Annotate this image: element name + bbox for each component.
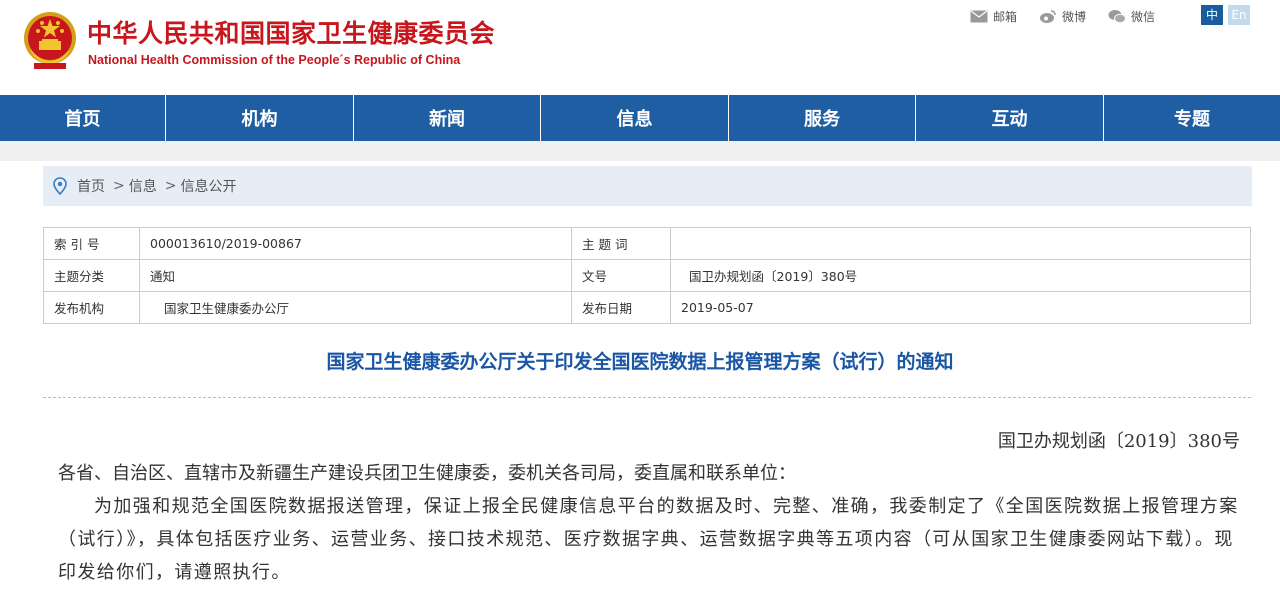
nav-spacer (0, 141, 1280, 161)
table-row: 索 引 号 000013610/2019-00867 主 题 词 (43, 227, 1251, 260)
docno-value: 国卫办规划函〔2019〕380号 (670, 259, 1251, 292)
table-row: 发布机构 国家卫生健康委办公厅 发布日期 2019-05-07 (43, 291, 1251, 324)
weibo-label: 微博 (1062, 9, 1087, 24)
date-value: 2019-05-07 (670, 291, 1251, 324)
document-number: 国卫办规划函〔2019〕380号 (997, 431, 1240, 452)
breadcrumb-information[interactable]: 信息 (129, 176, 157, 196)
index-label: 索 引 号 (43, 227, 140, 260)
breadcrumb-separator: > (113, 178, 125, 194)
mail-icon (970, 10, 988, 22)
breadcrumb-separator: > (164, 178, 177, 194)
document-title: 国家卫生健康委办公厅关于印发全国医院数据上报管理方案（试行）的通知 (326, 351, 954, 373)
lang-zh-button[interactable]: 中 (1201, 5, 1223, 25)
weibo-icon (1040, 9, 1056, 23)
site-title[interactable]: 中华人民共和国国家卫生健康委员会 (87, 14, 495, 50)
top-links: 邮箱 微博 微信 (970, 6, 1177, 26)
nav-item-organization[interactable]: 机构 (166, 95, 354, 141)
docno-label: 文号 (571, 259, 671, 292)
dashed-divider (43, 397, 1251, 398)
mail-label: 邮箱 (993, 9, 1018, 24)
nav-item-home[interactable]: 首页 (0, 95, 166, 141)
index-value: 000013610/2019-00867 (139, 227, 572, 260)
date-label: 发布日期 (571, 291, 671, 324)
national-emblem-icon[interactable] (22, 9, 78, 71)
lang-en-button[interactable]: En (1228, 5, 1250, 25)
mail-link[interactable]: 邮箱 (970, 8, 1017, 25)
breadcrumb-home[interactable]: 首页 (77, 176, 105, 196)
site-title-en[interactable]: National Health Commission of the People… (88, 53, 460, 67)
weibo-link[interactable]: 微博 (1039, 8, 1086, 25)
breadcrumb-disclosure[interactable]: 信息公开 (180, 176, 236, 196)
keywords-label: 主 题 词 (571, 227, 671, 260)
nav-item-topics[interactable]: 专题 (1104, 95, 1280, 141)
issuer-value: 国家卫生健康委办公厅 (139, 291, 572, 324)
document-paragraph: 为加强和规范全国医院数据报送管理，保证上报全民健康信息平台的数据及时、完整、准确… (58, 496, 1239, 583)
category-label: 主题分类 (43, 259, 140, 292)
nav-item-information[interactable]: 信息 (541, 95, 729, 141)
document-recipient: 各省、自治区、直辖市及新疆生产建设兵团卫生健康委，委机关各司局，委直属和联系单位… (58, 463, 796, 484)
main-nav: 首页 机构 新闻 信息 服务 互动 专题 (0, 95, 1280, 141)
table-row: 主题分类 通知 文号 国卫办规划函〔2019〕380号 (43, 259, 1251, 292)
category-value: 通知 (139, 259, 572, 292)
wechat-link[interactable]: 微信 (1108, 8, 1155, 25)
document-meta-table: 索 引 号 000013610/2019-00867 主 题 词 主题分类 通知… (43, 227, 1251, 324)
keywords-value (670, 227, 1251, 260)
nav-item-interaction[interactable]: 互动 (916, 95, 1104, 141)
breadcrumb: 首页 > 信息 > 信息公开 (43, 166, 1252, 206)
wechat-label: 微信 (1131, 9, 1156, 24)
nav-item-news[interactable]: 新闻 (354, 95, 541, 141)
wechat-icon (1108, 9, 1127, 23)
location-pin-icon (53, 177, 67, 195)
nav-item-services[interactable]: 服务 (729, 95, 916, 141)
issuer-label: 发布机构 (43, 291, 140, 324)
site-header: 中华人民共和国国家卫生健康委员会 National Health Commiss… (0, 0, 1280, 95)
